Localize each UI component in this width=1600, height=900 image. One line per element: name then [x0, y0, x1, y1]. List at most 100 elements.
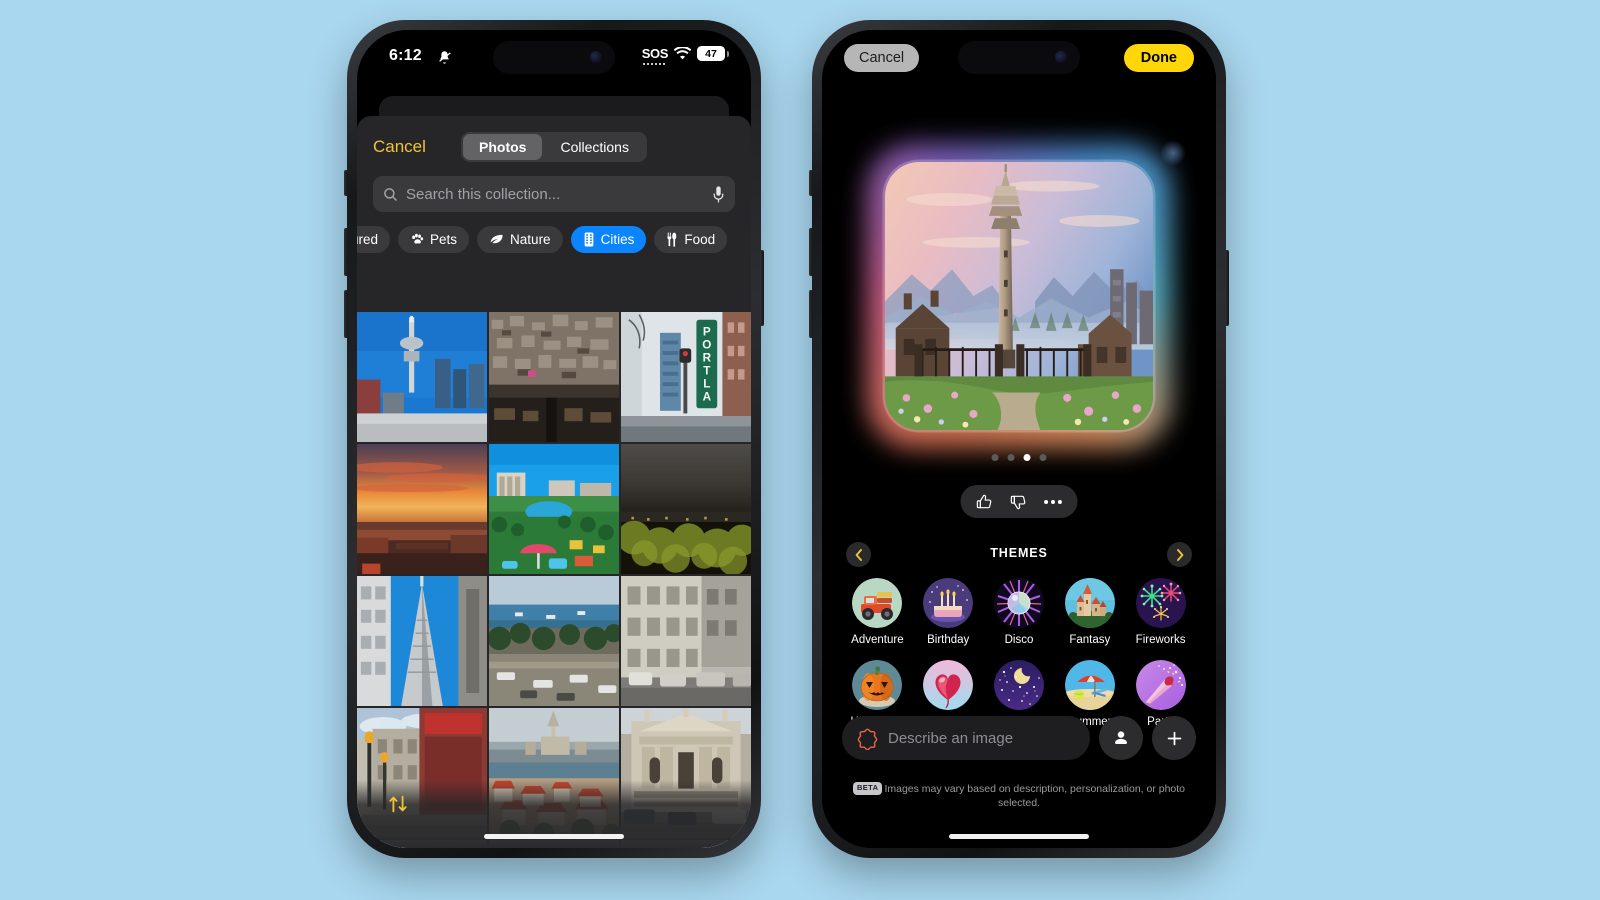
- beach-umbrella-icon: [1064, 660, 1115, 710]
- power-button[interactable]: [760, 250, 764, 326]
- search-input[interactable]: Search this collection...: [406, 186, 704, 203]
- front-camera-icon: [590, 51, 602, 63]
- silent-switch[interactable]: [344, 170, 348, 196]
- svg-text:L: L: [703, 377, 710, 390]
- thumbs-down-icon[interactable]: [1010, 493, 1028, 511]
- leaf-icon: [490, 234, 503, 244]
- theme-label: Birthday: [927, 634, 970, 646]
- photo-cell[interactable]: [357, 444, 487, 574]
- svg-text:A: A: [703, 390, 712, 403]
- photo-cell[interactable]: [489, 576, 619, 706]
- person-button[interactable]: [1099, 716, 1143, 760]
- fork-knife-icon: [667, 232, 677, 247]
- pagination-dots[interactable]: [991, 454, 1047, 461]
- jack-o-lantern-icon: [852, 660, 903, 710]
- pagination-dot[interactable]: [1007, 454, 1015, 461]
- chip-cities[interactable]: Cities: [570, 225, 647, 253]
- describe-image-input[interactable]: Describe an image: [842, 716, 1090, 760]
- add-button[interactable]: [1152, 716, 1196, 760]
- theme-fireworks[interactable]: Fireworks: [1135, 578, 1186, 646]
- search-icon: [384, 187, 398, 201]
- right-phone: Cancel Done THEMES Adventure Birthday Di…: [809, 20, 1229, 858]
- status-right-cluster: SOS 47: [642, 46, 729, 65]
- volume-up-button[interactable]: [809, 228, 813, 276]
- power-button[interactable]: [1225, 250, 1229, 326]
- themes-grid[interactable]: Adventure Birthday Disco Fantasy Firewor…: [842, 578, 1196, 728]
- category-chips[interactable]: ured Pets Nature: [357, 224, 733, 254]
- chip-food[interactable]: Food: [654, 225, 728, 253]
- fireworks-icon: [1135, 578, 1186, 628]
- themes-prev-button[interactable]: [846, 542, 871, 567]
- castle-icon: [1064, 578, 1115, 628]
- birthday-cake-icon: [923, 578, 974, 628]
- image-playground-screen: Cancel Done THEMES Adventure Birthday Di…: [822, 30, 1216, 848]
- ellipsis-icon[interactable]: [1044, 499, 1063, 505]
- moon-stars-icon: [993, 660, 1044, 710]
- home-indicator: [484, 834, 624, 839]
- photo-cell[interactable]: [357, 312, 487, 442]
- chip-nature[interactable]: Nature: [477, 225, 563, 253]
- image-playground-icon: [857, 728, 878, 750]
- chip-featured[interactable]: ured: [357, 225, 391, 253]
- disclaimer-text: Images may vary based on description, pe…: [884, 782, 1186, 809]
- pagination-dot[interactable]: [1039, 454, 1047, 461]
- thumbs-up-icon[interactable]: [976, 493, 994, 511]
- chevron-left-icon: [855, 548, 862, 561]
- themes-header: THEMES: [822, 542, 1216, 568]
- microphone-icon[interactable]: [712, 185, 725, 203]
- photo-picker-sheet: Cancel Photos Collections Search this co…: [357, 116, 751, 848]
- theme-label: Fireworks: [1135, 634, 1186, 646]
- feedback-bar: [960, 485, 1078, 518]
- photo-cell[interactable]: [489, 312, 619, 442]
- tab-collections[interactable]: Collections: [544, 134, 644, 160]
- battery-indicator: 47: [697, 46, 729, 61]
- offroad-truck-icon: [852, 578, 903, 628]
- theme-fantasy[interactable]: Fantasy: [1064, 578, 1115, 646]
- volume-up-button[interactable]: [344, 228, 348, 276]
- photo-cell[interactable]: [489, 444, 619, 574]
- pagination-dot-active[interactable]: [1023, 454, 1031, 461]
- generated-image[interactable]: [867, 144, 1171, 448]
- volume-down-button[interactable]: [344, 290, 348, 338]
- chip-pets[interactable]: Pets: [398, 225, 470, 253]
- sort-button[interactable]: [387, 793, 409, 820]
- segmented-control[interactable]: Photos Collections: [461, 132, 647, 162]
- theme-label: Fantasy: [1069, 634, 1111, 646]
- sort-arrows-icon: [389, 795, 407, 813]
- photo-cell[interactable]: [621, 444, 751, 574]
- photo-cell[interactable]: [621, 576, 751, 706]
- sheet-header: Cancel Photos Collections: [357, 116, 751, 164]
- photo-cell[interactable]: POR TLA: [621, 312, 751, 442]
- cancel-button[interactable]: Cancel: [373, 137, 426, 157]
- photo-grid[interactable]: POR TLA: [357, 312, 751, 848]
- tab-photos[interactable]: Photos: [463, 134, 543, 160]
- volume-down-button[interactable]: [809, 290, 813, 338]
- left-phone-screen: 6:12 SOS 47 Cancel Photos Collections Se…: [357, 30, 751, 848]
- image-frame[interactable]: [885, 162, 1153, 430]
- chip-label: Food: [684, 231, 716, 247]
- done-button[interactable]: Done: [1123, 44, 1194, 72]
- theme-label: Adventure: [851, 634, 904, 646]
- silent-switch[interactable]: [809, 170, 813, 196]
- theme-disco[interactable]: Disco: [993, 578, 1044, 646]
- theme-birthday[interactable]: Birthday: [923, 578, 974, 646]
- paw-icon: [412, 233, 424, 244]
- search-bar[interactable]: Search this collection...: [373, 176, 735, 212]
- cancel-button[interactable]: Cancel: [844, 44, 920, 72]
- svg-text:O: O: [702, 338, 711, 351]
- party-popper-icon: [1135, 660, 1186, 710]
- photo-cell[interactable]: [357, 576, 487, 706]
- heart-balloon-icon: [923, 660, 974, 710]
- themes-title: THEMES: [990, 546, 1048, 560]
- svg-text:P: P: [703, 325, 711, 338]
- beta-badge: BETA: [852, 781, 883, 795]
- status-time: 6:12: [389, 47, 422, 64]
- right-phone-screen: Cancel Done THEMES Adventure Birthday Di…: [822, 30, 1216, 848]
- themes-next-button[interactable]: [1167, 542, 1192, 567]
- ambient-glow: [1160, 140, 1186, 166]
- pagination-dot[interactable]: [991, 454, 999, 461]
- theme-adventure[interactable]: Adventure: [851, 578, 904, 646]
- left-phone: 6:12 SOS 47 Cancel Photos Collections Se…: [344, 20, 764, 858]
- chevron-right-icon: [1176, 548, 1183, 561]
- beta-disclaimer: BETA Images may vary based on description…: [848, 781, 1190, 810]
